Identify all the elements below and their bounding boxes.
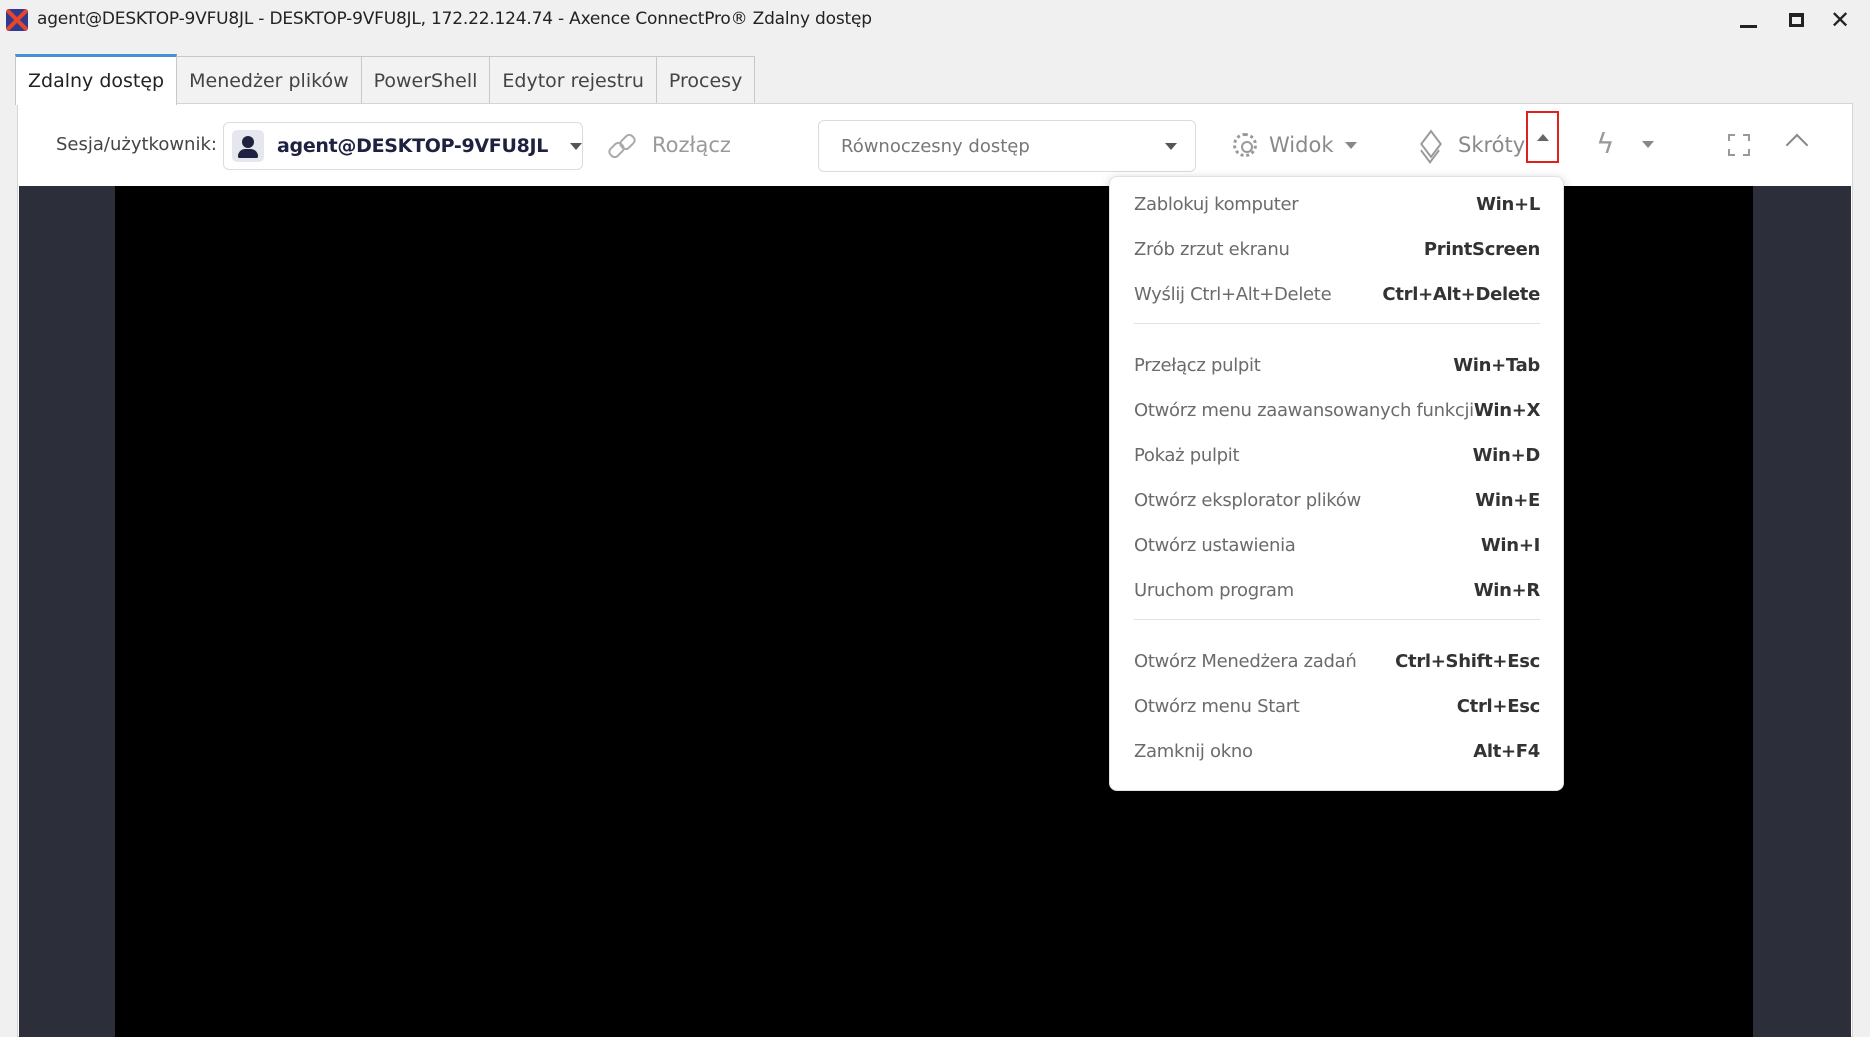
shortcut-menu-item[interactable]: Przełącz pulpit Win+Tab bbox=[1134, 347, 1540, 383]
shortcut-menu-item[interactable]: Pokaż pulpit Win+D bbox=[1134, 437, 1540, 473]
shortcut-key: Ctrl+Shift+Esc bbox=[1395, 650, 1540, 672]
close-icon: ✕ bbox=[1829, 6, 1851, 34]
shortcut-key: Win+D bbox=[1472, 444, 1541, 466]
shortcut-label: Otwórz menu zaawansowanych funkcji bbox=[1134, 399, 1474, 421]
shortcut-key: Win+L bbox=[1476, 193, 1540, 215]
shortcut-key: Win+E bbox=[1475, 489, 1540, 511]
minimize-button[interactable] bbox=[1730, 6, 1766, 34]
shortcut-key: Ctrl+Esc bbox=[1456, 695, 1541, 717]
chevron-down-icon bbox=[570, 143, 582, 150]
shortcuts-label: Skróty bbox=[1458, 133, 1526, 157]
user-icon bbox=[232, 130, 264, 162]
shortcuts-dropdown-toggle[interactable] bbox=[1526, 111, 1559, 163]
minimize-icon bbox=[1739, 24, 1757, 28]
shortcut-menu-item[interactable]: Otwórz Menedżera zadań Ctrl+Shift+Esc bbox=[1134, 643, 1540, 679]
tab-processes[interactable]: Procesy bbox=[655, 56, 756, 104]
menu-separator bbox=[1134, 323, 1540, 324]
link-icon bbox=[608, 132, 634, 158]
access-mode-select[interactable]: Równoczesny dostęp bbox=[818, 120, 1196, 172]
fullscreen-icon[interactable] bbox=[1728, 134, 1750, 156]
shortcut-key: Win+R bbox=[1473, 579, 1541, 601]
disconnect-label: Rozłącz bbox=[652, 133, 731, 157]
shortcut-label: Otwórz ustawienia bbox=[1134, 534, 1296, 556]
shortcut-label: Uruchom program bbox=[1134, 579, 1294, 601]
shortcuts-button[interactable]: Skróty bbox=[1418, 128, 1525, 162]
shortcut-key: Alt+F4 bbox=[1473, 740, 1540, 762]
remote-view-area[interactable] bbox=[19, 186, 1851, 1037]
collapse-toolbar-icon[interactable] bbox=[1785, 133, 1809, 157]
shortcut-label: Otwórz Menedżera zadań bbox=[1134, 650, 1357, 672]
shortcut-label: Otwórz menu Start bbox=[1134, 695, 1300, 717]
shortcut-label: Pokaż pulpit bbox=[1134, 444, 1240, 466]
lightning-icon: ϟ bbox=[1596, 127, 1615, 160]
shortcut-label: Otwórz eksplorator plików bbox=[1134, 489, 1361, 511]
access-mode-value: Równoczesny dostęp bbox=[841, 136, 1030, 157]
shortcut-menu-item[interactable]: Zablokuj komputer Win+L bbox=[1134, 186, 1540, 222]
tab-registry-editor[interactable]: Edytor rejestru bbox=[489, 56, 657, 104]
session-value: agent@DESKTOP-9VFU8JL bbox=[277, 135, 549, 157]
view-button[interactable]: Widok bbox=[1233, 128, 1358, 162]
chevron-down-icon bbox=[1642, 141, 1654, 148]
chevron-down-icon bbox=[1165, 143, 1177, 150]
shortcut-label: Zablokuj komputer bbox=[1134, 193, 1299, 215]
maximize-button[interactable] bbox=[1778, 6, 1814, 34]
shortcut-menu-item[interactable]: Otwórz menu Start Ctrl+Esc bbox=[1134, 688, 1540, 724]
tab-file-manager[interactable]: Menedżer plików bbox=[176, 56, 362, 104]
shortcut-key: Win+Tab bbox=[1453, 354, 1540, 376]
shortcut-key: PrintScreen bbox=[1423, 238, 1540, 260]
shortcut-menu-item[interactable]: Zrób zrzut ekranu PrintScreen bbox=[1134, 231, 1540, 267]
shortcut-menu-item[interactable]: Otwórz menu zaawansowanych funkcji Win+X bbox=[1134, 392, 1540, 428]
title-bar: agent@DESKTOP-9VFU8JL - DESKTOP-9VFU8JL,… bbox=[0, 0, 1870, 40]
quick-actions-button[interactable]: ϟ bbox=[1596, 126, 1656, 162]
disconnect-button[interactable]: Rozłącz bbox=[608, 128, 731, 162]
shortcut-label: Zrób zrzut ekranu bbox=[1134, 238, 1290, 260]
shortcut-menu-item[interactable]: Otwórz eksplorator plików Win+E bbox=[1134, 482, 1540, 518]
toolbar: Sesja/użytkownik: agent@DESKTOP-9VFU8JL … bbox=[18, 104, 1852, 186]
shortcut-label: Zamknij okno bbox=[1134, 740, 1253, 762]
app-logo-icon bbox=[6, 9, 28, 31]
tab-bar: Zdalny dostęp Menedżer plików PowerShell… bbox=[15, 54, 756, 105]
shortcut-label: Wyślij Ctrl+Alt+Delete bbox=[1134, 283, 1332, 305]
chevron-up-icon bbox=[1536, 133, 1549, 141]
remote-access-panel: Sesja/użytkownik: agent@DESKTOP-9VFU8JL … bbox=[17, 103, 1853, 1037]
gear-icon bbox=[1233, 133, 1257, 157]
shortcut-key: Win+I bbox=[1480, 534, 1540, 556]
shortcut-menu-item[interactable]: Wyślij Ctrl+Alt+Delete Ctrl+Alt+Delete bbox=[1134, 276, 1540, 312]
view-label: Widok bbox=[1269, 133, 1334, 157]
menu-separator bbox=[1134, 619, 1540, 620]
shortcut-menu-item[interactable]: Otwórz ustawienia Win+I bbox=[1134, 527, 1540, 563]
shortcuts-menu: Zablokuj komputer Win+L Zrób zrzut ekranu P… bbox=[1109, 176, 1564, 791]
session-label: Sesja/użytkownik: bbox=[56, 134, 217, 155]
window-title: agent@DESKTOP-9VFU8JL - DESKTOP-9VFU8JL,… bbox=[37, 9, 872, 29]
maximize-icon bbox=[1788, 13, 1804, 27]
session-select[interactable]: agent@DESKTOP-9VFU8JL bbox=[223, 122, 583, 170]
tab-powershell[interactable]: PowerShell bbox=[360, 56, 491, 104]
tab-remote-access[interactable]: Zdalny dostęp bbox=[15, 54, 178, 105]
layers-icon bbox=[1418, 133, 1442, 157]
chevron-down-icon bbox=[1345, 141, 1358, 149]
shortcut-key: Ctrl+Alt+Delete bbox=[1382, 283, 1540, 305]
shortcut-menu-item[interactable]: Uruchom program Win+R bbox=[1134, 572, 1540, 608]
shortcut-key: Win+X bbox=[1473, 399, 1541, 421]
shortcut-menu-item[interactable]: Zamknij okno Alt+F4 bbox=[1134, 733, 1540, 769]
close-button[interactable]: ✕ bbox=[1822, 6, 1858, 34]
shortcut-label: Przełącz pulpit bbox=[1134, 354, 1261, 376]
